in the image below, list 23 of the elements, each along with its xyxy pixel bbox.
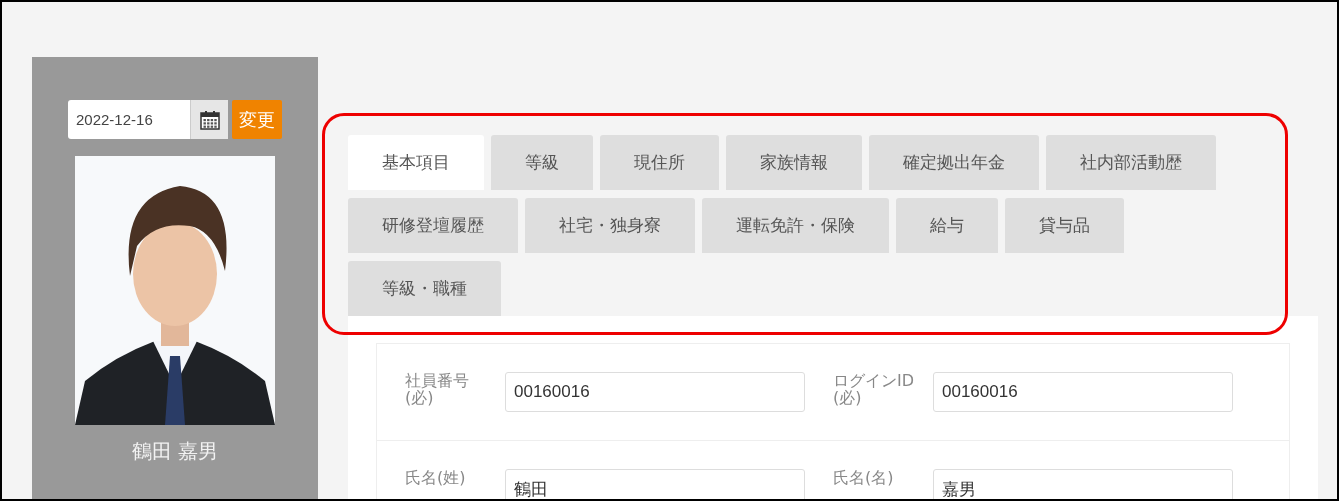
tab[interactable]: 研修登壇履歴 — [348, 198, 518, 253]
calendar-icon[interactable] — [190, 100, 228, 139]
tab[interactable]: 社宅・独身寮 — [525, 198, 695, 253]
input-field[interactable]: 00160016 — [933, 372, 1233, 412]
tab[interactable]: 等級・職種 — [348, 261, 501, 316]
tab[interactable]: 社内部活動歴 — [1046, 135, 1216, 190]
tab[interactable]: 給与 — [896, 198, 998, 253]
tab[interactable]: 確定拠出年金 — [869, 135, 1039, 190]
employee-name: 鶴田 嘉男 — [131, 438, 219, 465]
date-field[interactable]: 2022-12-16 — [68, 100, 190, 139]
tab[interactable]: 現住所 — [600, 135, 719, 190]
field-label: 社員番号 (必) — [405, 372, 470, 406]
field-label: 氏名(姓) — [405, 469, 467, 486]
tab[interactable]: 貸与品 — [1005, 198, 1124, 253]
tab[interactable]: 家族情報 — [726, 135, 862, 190]
input-field[interactable]: 嘉男 — [933, 469, 1233, 499]
input-field[interactable]: 00160016 — [505, 372, 805, 412]
input-field[interactable]: 鶴田 — [505, 469, 805, 499]
field-label: 氏名(名) — [833, 469, 895, 486]
tab[interactable]: 運転免許・保険 — [702, 198, 889, 253]
tab[interactable]: 基本項目 — [348, 135, 484, 190]
tab[interactable]: 等級 — [491, 135, 593, 190]
field-label: ログインID (必) — [833, 372, 916, 406]
